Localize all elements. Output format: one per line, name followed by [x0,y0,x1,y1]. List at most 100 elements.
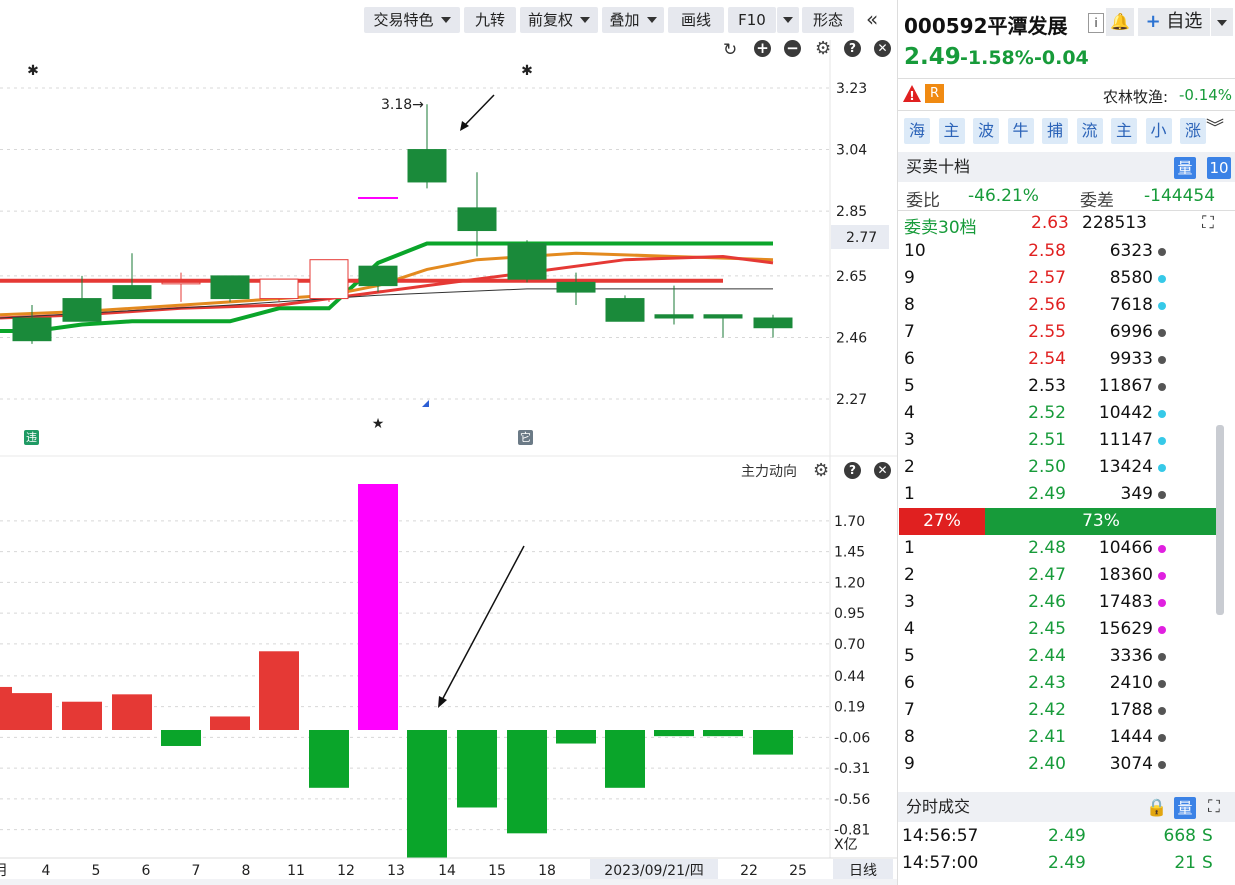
flow-bar[interactable] [112,694,152,730]
overlay-dropdown[interactable]: 叠加 [602,7,664,33]
ticks-volume-toggle[interactable]: 量 [1174,797,1196,819]
level-number: 9 [904,268,915,288]
indicator-close-icon[interactable]: ✕ [874,462,891,479]
trade-feature-dropdown[interactable]: 交易特色 [364,7,460,33]
quick-tag[interactable]: 牛 [1007,118,1034,144]
ask30-label[interactable]: 委卖30档 [904,213,977,238]
candle-body [605,298,645,322]
flow-bar[interactable] [753,730,793,755]
level-number: 6 [904,349,915,369]
candlestick[interactable] [605,295,645,322]
ask-level-row[interactable]: 2 2.50 13424 [898,454,1218,481]
flow-bar[interactable] [358,484,398,730]
warning-icon[interactable]: ! [902,84,922,108]
gear-icon[interactable]: ⚙ [815,38,831,59]
level-number: 4 [904,403,915,423]
candlestick[interactable] [259,278,299,302]
f10-dropdown[interactable] [777,7,799,33]
candlestick[interactable] [210,275,250,302]
quick-tag[interactable]: 主 [938,118,965,144]
flow-bar[interactable] [62,701,102,730]
volume-toggle[interactable]: 量 [1174,157,1196,179]
info-icon[interactable]: i [1088,13,1104,33]
bid-level-row[interactable]: 9 2.40 3074 [898,751,1218,778]
orderbook-header: 买卖十档 量 10 [898,152,1235,182]
draw-line-button[interactable]: 画线 [668,7,724,33]
flow-bar[interactable] [210,716,250,730]
bid-level-row[interactable]: 4 2.45 15629 [898,616,1218,643]
bid-level-row[interactable]: 2 2.47 18360 [898,562,1218,589]
tick-row[interactable]: 14:57:00 2.49 21 S [898,850,1218,877]
expand-icon[interactable]: ⛶ [1202,213,1214,233]
help-icon[interactable]: ? [844,40,861,57]
flow-bar[interactable] [457,730,497,808]
add-watchlist-button[interactable]: + 自选 [1138,8,1210,36]
f10-button[interactable]: F10 [728,7,776,33]
bid-level-row[interactable]: 5 2.44 3336 [898,643,1218,670]
flow-bar[interactable] [654,730,694,737]
bid-level-row[interactable]: 8 2.41 1444 [898,724,1218,751]
tick-row[interactable]: 14:56:57 2.49 668 S [898,823,1218,850]
flow-bar[interactable] [507,730,547,834]
quick-tag[interactable]: 海 [904,118,930,144]
bid-level-row[interactable]: 7 2.42 1788 [898,697,1218,724]
close-icon[interactable]: ✕ [874,40,891,57]
zoom-in-icon[interactable]: + [754,40,771,57]
indicator-help-icon[interactable]: ? [844,462,861,479]
flow-bar[interactable] [0,686,12,730]
level-number: 2 [904,565,915,585]
orderbook-scrollbar[interactable] [1216,425,1224,615]
pattern-button[interactable]: 形态 [802,7,854,33]
flow-bar[interactable] [703,730,743,737]
quick-tag[interactable]: 主 [1111,118,1137,144]
bid-level-row[interactable]: 6 2.43 2410 [898,670,1218,697]
double-chevron-left-icon[interactable]: « [866,8,878,30]
r-badge[interactable]: R [925,84,944,103]
ask-level-row[interactable]: 8 2.56 7618 [898,292,1218,319]
divider [898,78,1235,79]
candlestick[interactable] [507,240,547,283]
ask-level-row[interactable]: 10 2.58 6323 [898,238,1218,265]
pre-adjust-dropdown[interactable]: 前复权 [520,7,598,33]
sector-label[interactable]: 农林牧渔: [1103,86,1168,107]
level-volume: 10466 [1098,538,1153,558]
indicator-gear-icon[interactable]: ⚙ [813,460,829,481]
flow-bar[interactable] [309,730,349,788]
ask-level-row[interactable]: 6 2.54 9933 [898,346,1218,373]
flow-bar[interactable] [605,730,645,788]
other-badge[interactable]: 它 [518,430,533,445]
flow-bar[interactable] [556,730,596,744]
status-dot-icon [1158,572,1166,580]
ask-level-row[interactable]: 5 2.53 11867 [898,373,1218,400]
ask-level-row[interactable]: 9 2.57 8580 [898,265,1218,292]
flow-bar[interactable] [12,693,52,730]
quick-tag[interactable]: 波 [973,118,999,144]
quick-tag[interactable]: 小 [1145,118,1172,144]
quick-tag[interactable]: 涨 [1180,118,1206,144]
ask-level-row[interactable]: 3 2.51 11147 [898,427,1218,454]
flow-bar[interactable] [161,730,201,746]
ask-level-row[interactable]: 7 2.55 6996 [898,319,1218,346]
lock-icon[interactable]: 🔒 [1146,793,1167,823]
quick-tag[interactable]: 捕 [1042,118,1068,144]
refresh-icon[interactable]: ↻ [723,40,737,60]
ask-level-row[interactable]: 4 2.52 10442 [898,400,1218,427]
ask-level-row[interactable]: 1 2.49 349 [898,481,1218,508]
indicator-tick-label: 1.70 [834,514,865,530]
watchlist-dropdown[interactable] [1211,8,1233,36]
bid-level-row[interactable]: 3 2.46 17483 [898,589,1218,616]
nine-turn-button[interactable]: 九转 [464,7,516,33]
zoom-out-icon[interactable]: − [784,40,801,57]
chart-area[interactable]: 3.18→ ✱ ✱ ★ 3.23 3.04 2.85 2.77 2.65 2.46 2.27 1.… [0,0,897,885]
candlestick[interactable] [309,259,349,302]
scrollbar-track[interactable] [0,879,897,885]
bell-icon[interactable]: 🔔 [1106,8,1134,36]
flow-bar[interactable] [259,651,299,730]
bid-level-row[interactable]: 1 2.48 10466 [898,535,1218,562]
violation-badge[interactable]: 违 [24,430,39,445]
ticks-expand-icon[interactable]: ⛶ [1208,792,1220,822]
expand-chevron-icon[interactable]: ︾ [1206,118,1224,140]
depth-ten-toggle[interactable]: 10 [1207,157,1231,179]
ask30-price: 2.63 [1031,213,1069,233]
quick-tag[interactable]: 流 [1076,118,1103,144]
